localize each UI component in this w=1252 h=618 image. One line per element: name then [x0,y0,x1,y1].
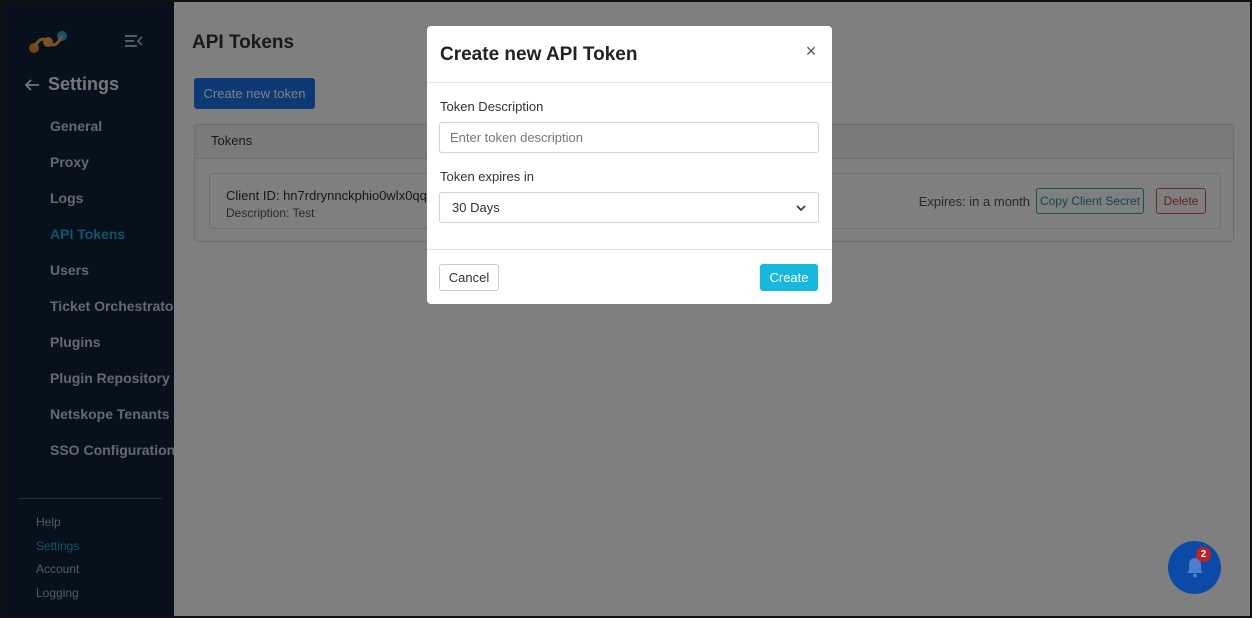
token-expiry-select[interactable]: 30 Days [439,192,819,223]
modal-header: Create new API Token × [427,26,832,83]
token-description-label: Token Description [440,99,544,114]
token-expires-label: Token expires in [440,169,534,184]
cancel-button[interactable]: Cancel [439,264,499,291]
modal-footer: Cancel Create [427,249,832,304]
create-button[interactable]: Create [760,264,818,291]
modal-title: Create new API Token [440,44,638,65]
chevron-down-icon [796,204,806,211]
notification-count-badge: 2 [1196,547,1211,562]
token-description-input[interactable] [439,122,819,153]
app-window: Settings General Proxy Logs API Tokens U… [0,0,1252,618]
create-token-modal: Create new API Token × Token Description… [427,26,832,304]
notifications-button[interactable]: 2 [1168,541,1221,594]
token-expiry-selected-value: 30 Days [452,200,500,215]
close-icon[interactable]: × [802,40,820,62]
